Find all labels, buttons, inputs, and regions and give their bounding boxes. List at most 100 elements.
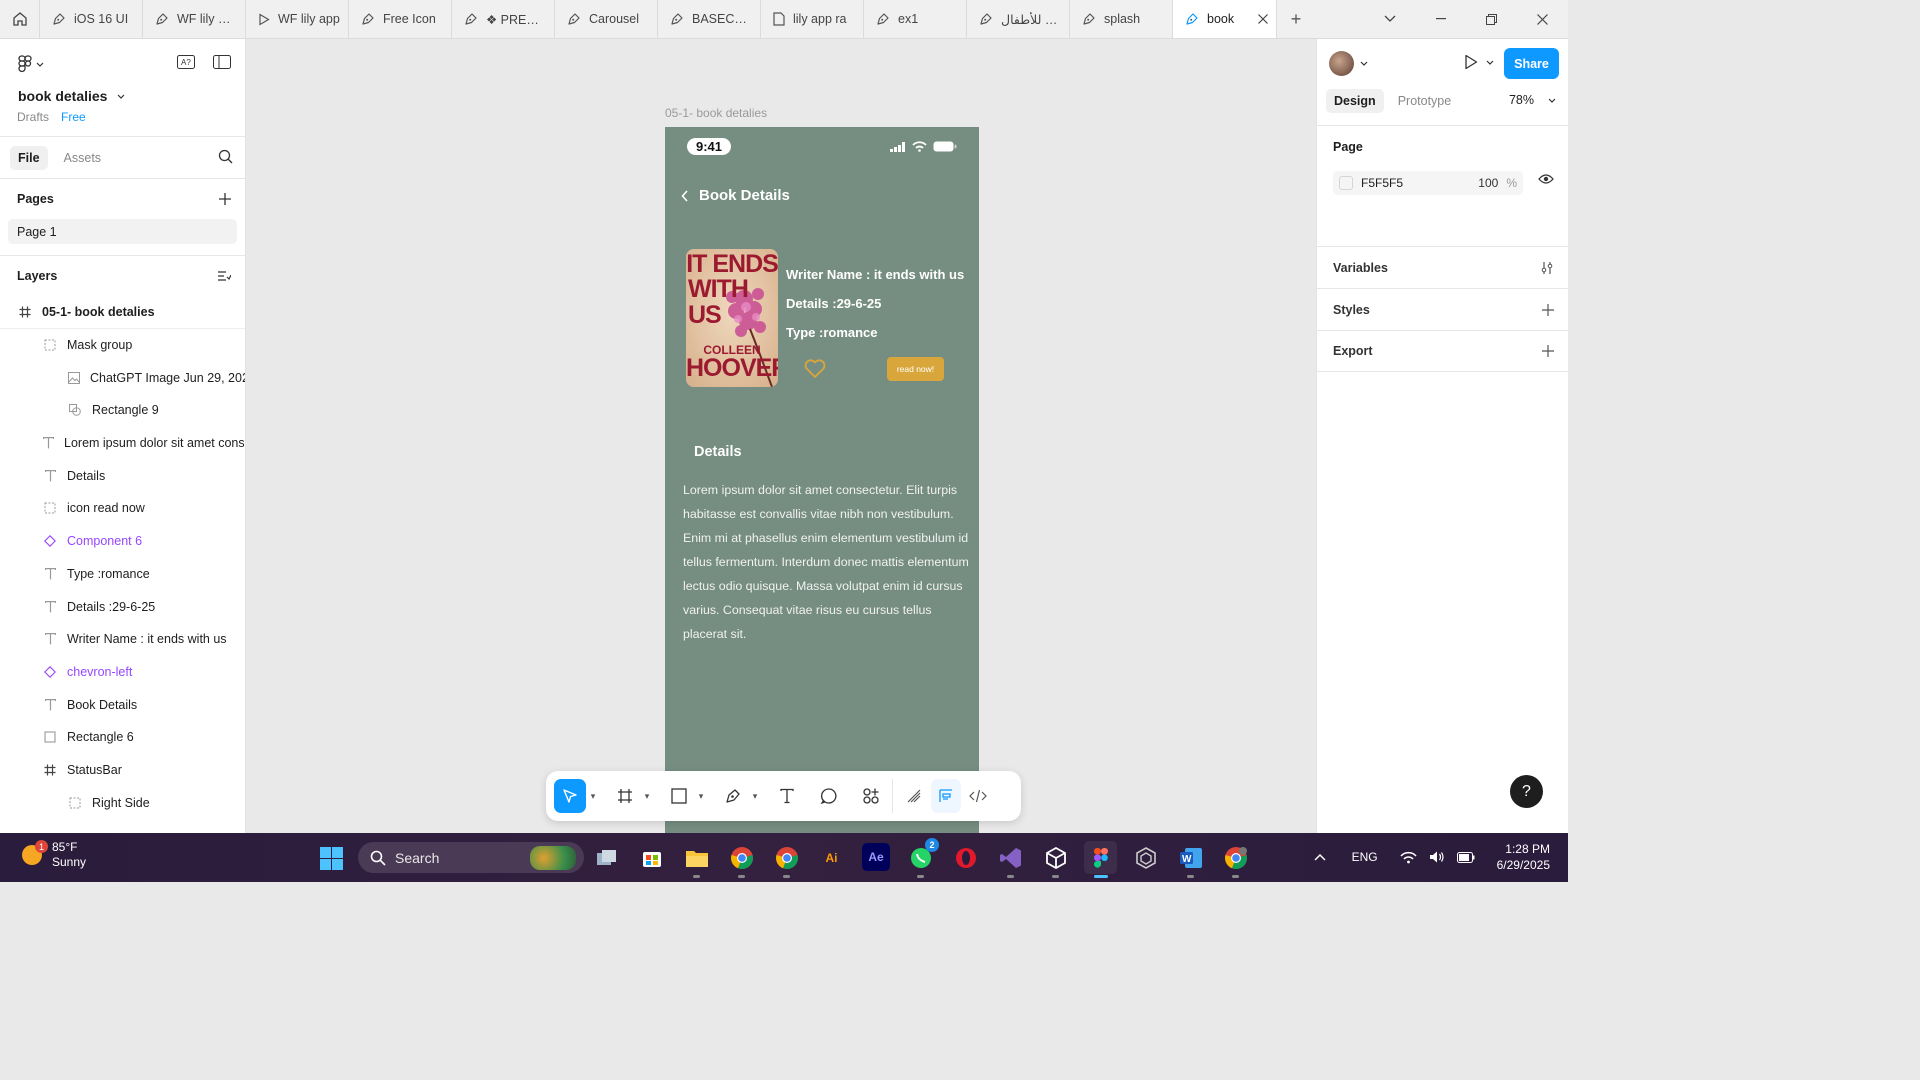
avatar[interactable]	[1329, 50, 1354, 76]
variables-label[interactable]: Variables	[1333, 261, 1388, 275]
shape-tool-caret[interactable]: ▾	[694, 779, 708, 813]
layer-item[interactable]: Details	[0, 459, 245, 492]
drafts-link[interactable]: Drafts	[17, 110, 49, 124]
file-tab[interactable]: Free Icon	[349, 0, 452, 38]
figma-app-icon[interactable]	[1084, 841, 1117, 878]
main-menu-button[interactable]	[18, 55, 44, 73]
language-indicator[interactable]: ENG	[1352, 850, 1378, 864]
comment-tool[interactable]	[814, 779, 844, 813]
minimize-button[interactable]	[1415, 0, 1466, 39]
tab-file[interactable]: File	[10, 145, 48, 170]
opera-icon[interactable]	[949, 841, 982, 874]
frame-tool[interactable]	[610, 779, 640, 813]
page-opacity-value[interactable]: 100	[1478, 176, 1498, 190]
add-export-icon[interactable]	[1542, 345, 1554, 357]
layer-item[interactable]: Component 6	[0, 525, 245, 558]
chevron-down-icon[interactable]	[1360, 61, 1368, 66]
whatsapp-icon[interactable]: 2	[904, 838, 939, 878]
actions-tool[interactable]	[856, 779, 886, 813]
add-page-icon[interactable]	[219, 193, 231, 205]
file-tab[interactable]: ❖ PREVIE	[452, 0, 555, 38]
weather-widget[interactable]: 1 85°F Sunny	[22, 840, 86, 870]
design-mode[interactable]	[931, 779, 961, 813]
layer-item[interactable]: Details :29-6-25	[0, 590, 245, 623]
export-label[interactable]: Export	[1333, 344, 1373, 358]
battery-icon[interactable]	[1456, 851, 1475, 863]
file-tab[interactable]: WF lily app	[143, 0, 246, 38]
layer-item[interactable]: 05-1- book detalies	[0, 296, 245, 329]
layer-item[interactable]: Lorem ipsum dolor sit amet conse	[0, 427, 245, 460]
visual-studio-icon[interactable]	[994, 841, 1027, 878]
layer-item[interactable]: Mask group	[0, 329, 245, 362]
start-button[interactable]	[320, 847, 343, 873]
page-color-value[interactable]: F5F5F5	[1361, 176, 1403, 190]
phone-frame[interactable]: 9:41 Book Details IT ENDS WITH US COLLEE…	[665, 127, 979, 833]
close-tab-icon[interactable]	[1258, 14, 1268, 24]
heart-icon[interactable]	[804, 359, 826, 379]
text-tool[interactable]	[772, 779, 802, 813]
unity-icon[interactable]	[1039, 841, 1072, 878]
tab-design[interactable]: Design	[1326, 89, 1384, 113]
tab-prototype[interactable]: Prototype	[1390, 89, 1460, 113]
move-tool-caret[interactable]: ▾	[586, 779, 600, 813]
file-tab[interactable]: تعليمي للأطفال	[967, 0, 1070, 38]
store-icon[interactable]	[635, 841, 668, 874]
chrome-icon-2[interactable]	[770, 841, 803, 878]
file-tab[interactable]: Carousel	[555, 0, 658, 38]
layer-item[interactable]: Rectangle 6	[0, 721, 245, 754]
page-color-field[interactable]: F5F5F5 100 %	[1333, 171, 1523, 195]
variables-icon[interactable]	[1540, 261, 1554, 275]
unity-hub-icon[interactable]	[1129, 841, 1162, 874]
pen-tool[interactable]	[718, 779, 748, 813]
chrome-icon[interactable]	[725, 841, 758, 878]
font-preview-icon[interactable]: A?	[177, 55, 195, 69]
panel-toggle-icon[interactable]	[213, 55, 231, 69]
color-swatch[interactable]	[1339, 176, 1353, 190]
new-tab-button[interactable]: +	[1277, 0, 1315, 38]
file-title[interactable]: book detalies	[18, 88, 125, 104]
layer-item[interactable]: Right Side	[0, 786, 245, 819]
canvas[interactable]: 05-1- book detalies 9:41 Book Details IT…	[246, 39, 1316, 833]
tabs-dropdown-button[interactable]	[1364, 0, 1415, 39]
wifi-icon[interactable]	[1400, 851, 1417, 864]
share-button[interactable]: Share	[1504, 48, 1559, 79]
clock[interactable]: 1:28 PM 6/29/2025	[1497, 841, 1550, 873]
home-tab[interactable]	[0, 0, 40, 38]
file-explorer-icon[interactable]	[680, 841, 713, 878]
file-tab[interactable]: iOS 16 UI	[40, 0, 143, 38]
chrome-profile-icon[interactable]	[1219, 841, 1252, 878]
help-button[interactable]: ?	[1510, 775, 1543, 808]
eye-icon[interactable]	[1538, 173, 1554, 185]
layer-item[interactable]: ChatGPT Image Jun 29, 2025	[0, 361, 245, 394]
layer-item[interactable]: Type :romance	[0, 558, 245, 591]
dev-mode[interactable]	[963, 779, 993, 813]
search-icon[interactable]	[218, 149, 233, 164]
draw-mode[interactable]	[899, 779, 929, 813]
layer-item[interactable]: chevron-left	[0, 656, 245, 689]
layer-item[interactable]: Writer Name : it ends with us	[0, 623, 245, 656]
after-effects-icon[interactable]: Ae	[862, 843, 890, 871]
tab-assets[interactable]: Assets	[56, 146, 110, 170]
frame-tool-caret[interactable]: ▾	[640, 779, 654, 813]
pen-tool-caret[interactable]: ▾	[748, 779, 762, 813]
file-tab[interactable]: BASECON	[658, 0, 761, 38]
chevron-up-icon[interactable]	[1314, 853, 1326, 861]
taskbar-search[interactable]: Search	[358, 842, 584, 873]
file-tab[interactable]: lily app ra	[761, 0, 864, 38]
layer-filter-icon[interactable]	[217, 270, 231, 282]
add-style-icon[interactable]	[1542, 303, 1554, 316]
volume-icon[interactable]	[1429, 850, 1445, 864]
task-view-icon[interactable]	[590, 841, 623, 874]
word-icon[interactable]: W	[1174, 841, 1207, 878]
close-window-button[interactable]	[1517, 0, 1568, 39]
frame-label[interactable]: 05-1- book detalies	[665, 106, 767, 120]
chevron-left-icon[interactable]	[681, 189, 689, 202]
file-tab[interactable]: book	[1173, 0, 1277, 38]
layer-item[interactable]: icon read now	[0, 492, 245, 525]
illustrator-icon[interactable]: Ai	[815, 841, 848, 874]
plan-badge[interactable]: Free	[61, 110, 86, 124]
file-tab[interactable]: splash	[1070, 0, 1173, 38]
styles-label[interactable]: Styles	[1333, 303, 1370, 317]
shape-tool[interactable]	[664, 779, 694, 813]
chevron-down-icon[interactable]	[1486, 60, 1494, 65]
